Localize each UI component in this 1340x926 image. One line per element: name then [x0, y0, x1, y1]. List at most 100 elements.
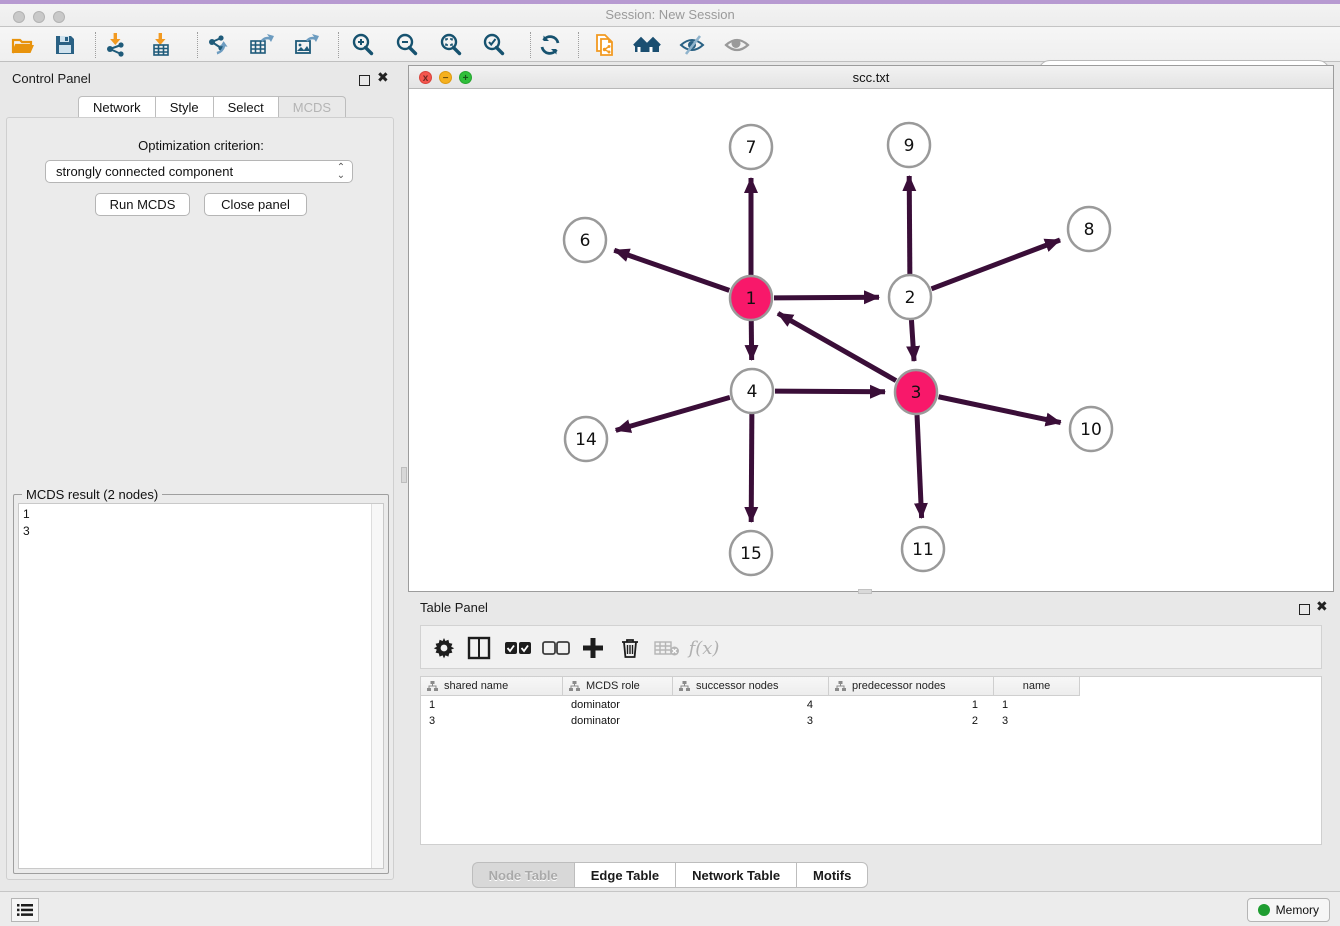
function-builder-icon[interactable]: f(x): [689, 633, 719, 663]
control-tab-mcds[interactable]: MCDS: [278, 96, 346, 118]
network-graph: 1 2 3 4 6 7 8 9 10 11 14 15: [409, 89, 1333, 591]
graph-node-4[interactable]: 4: [731, 369, 773, 413]
export-network-icon[interactable]: [203, 30, 233, 60]
import-table-icon[interactable]: [146, 30, 176, 60]
table-row[interactable]: 1dominator411: [421, 697, 1080, 713]
column-view-icon[interactable]: [464, 633, 494, 663]
control-tab-network[interactable]: Network: [78, 96, 155, 118]
cell-successor-nodes[interactable]: 4: [673, 697, 829, 713]
add-column-plus-icon[interactable]: [578, 633, 608, 663]
graph-node-3[interactable]: 3: [895, 370, 937, 414]
control-panel-body: Optimization criterion: strongly connect…: [6, 117, 394, 880]
export-image-icon[interactable]: [291, 30, 321, 60]
graph-edge-3-1[interactable]: [778, 313, 896, 380]
graph-node-15[interactable]: 15: [730, 531, 772, 575]
graph-node-7[interactable]: 7: [730, 125, 772, 169]
tab-edge-table[interactable]: Edge Table: [574, 862, 675, 888]
cell-name[interactable]: 1: [994, 697, 1080, 713]
column-header-MCDS-role[interactable]: MCDS role: [563, 677, 673, 696]
table-row[interactable]: 3dominator323: [421, 713, 1080, 729]
open-session-icon[interactable]: [8, 30, 38, 60]
cell-predecessor-nodes[interactable]: 2: [829, 713, 994, 729]
svg-text:7: 7: [746, 138, 757, 158]
graph-node-14[interactable]: 14: [565, 417, 607, 461]
graph-edge-2-8[interactable]: [932, 240, 1061, 289]
import-network-icon[interactable]: [101, 30, 131, 60]
zoom-out-icon[interactable]: [392, 30, 422, 60]
window-title: Session: New Session: [0, 7, 1340, 22]
tab-network-table[interactable]: Network Table: [675, 862, 796, 888]
control-tab-select[interactable]: Select: [213, 96, 278, 118]
column-header-successor-nodes[interactable]: successor nodes: [673, 677, 829, 696]
toolbar-separator: [95, 32, 96, 58]
network-window-resize-grip[interactable]: [858, 589, 872, 594]
graph-edge-4-3[interactable]: [775, 391, 885, 392]
criterion-dropdown-value: strongly connected component: [46, 164, 334, 179]
column-header-predecessor-nodes[interactable]: predecessor nodes: [829, 677, 994, 696]
select-all-columns-icon[interactable]: [503, 633, 533, 663]
network-window-titlebar[interactable]: x − + scc.txt: [409, 66, 1333, 89]
graph-edge-3-11[interactable]: [917, 415, 922, 518]
mcds-result-text[interactable]: 1 3: [18, 503, 384, 869]
graph-node-9[interactable]: 9: [888, 123, 930, 167]
close-panel-button[interactable]: Close panel: [204, 193, 307, 216]
graph-node-10[interactable]: 10: [1070, 407, 1112, 451]
graph-edge-2-9[interactable]: [909, 176, 910, 274]
delete-column-trash-icon[interactable]: [615, 633, 645, 663]
zoom-in-icon[interactable]: [348, 30, 378, 60]
toolbar-separator: [338, 32, 339, 58]
control-panel-close-icon[interactable]: ✖: [377, 72, 389, 83]
run-mcds-button[interactable]: Run MCDS: [95, 193, 190, 216]
tab-node-table[interactable]: Node Table: [472, 862, 574, 888]
svg-text:2: 2: [905, 288, 916, 308]
zoom-selected-icon[interactable]: [479, 30, 509, 60]
memory-status-dot: [1258, 904, 1270, 916]
graph-edge-4-15[interactable]: [751, 414, 752, 522]
titlebar-accent-strip: [0, 0, 1340, 4]
graph-node-11[interactable]: 11: [902, 527, 944, 571]
graph-node-1[interactable]: 1: [730, 276, 772, 320]
table-settings-gear-icon[interactable]: [429, 633, 459, 663]
show-all-eye-icon[interactable]: [722, 30, 752, 60]
control-tab-style[interactable]: Style: [155, 96, 213, 118]
cell-name[interactable]: 3: [994, 713, 1080, 729]
hide-selected-eye-icon[interactable]: [677, 30, 707, 60]
graph-edge-1-2[interactable]: [774, 297, 879, 298]
result-scrollbar[interactable]: [371, 504, 383, 868]
panel-splitter[interactable]: [400, 62, 408, 891]
column-header-shared-name[interactable]: shared name: [421, 677, 563, 696]
cell-MCDS-role[interactable]: dominator: [563, 713, 673, 729]
cell-successor-nodes[interactable]: 3: [673, 713, 829, 729]
deselect-all-columns-icon[interactable]: [541, 633, 571, 663]
cell-shared-name[interactable]: 1: [421, 697, 563, 713]
delete-table-icon[interactable]: [652, 633, 682, 663]
control-panel-float-icon[interactable]: [359, 73, 370, 91]
save-session-icon[interactable]: [50, 30, 80, 60]
cell-predecessor-nodes[interactable]: 1: [829, 697, 994, 713]
duplicate-network-icon[interactable]: [590, 30, 620, 60]
network-canvas[interactable]: 1 2 3 4 6 7 8 9 10 11 14 15: [409, 89, 1333, 591]
task-history-button[interactable]: [11, 898, 39, 922]
titlebar: Session: New Session: [0, 0, 1340, 27]
column-header-name[interactable]: name: [994, 677, 1080, 696]
table-panel-close-icon[interactable]: ✖: [1316, 601, 1328, 612]
graph-edge-4-14[interactable]: [616, 397, 730, 430]
svg-text:3: 3: [911, 383, 922, 403]
criterion-dropdown[interactable]: strongly connected component ⌃⌄: [45, 160, 353, 183]
graph-node-8[interactable]: 8: [1068, 207, 1110, 251]
svg-text:15: 15: [740, 544, 762, 564]
graph-node-2[interactable]: 2: [889, 275, 931, 319]
cell-MCDS-role[interactable]: dominator: [563, 697, 673, 713]
tab-motifs[interactable]: Motifs: [796, 862, 868, 888]
first-neighbors-icon[interactable]: [633, 30, 663, 60]
memory-button[interactable]: Memory: [1247, 898, 1330, 922]
export-table-icon[interactable]: [246, 30, 276, 60]
zoom-fit-icon[interactable]: [436, 30, 466, 60]
cell-shared-name[interactable]: 3: [421, 713, 563, 729]
graph-node-6[interactable]: 6: [564, 218, 606, 262]
graph-edge-3-10[interactable]: [939, 397, 1061, 423]
graph-edge-2-3[interactable]: [911, 320, 914, 361]
graph-edge-1-6[interactable]: [614, 250, 729, 290]
refresh-icon[interactable]: [535, 30, 565, 60]
table-panel-float-icon[interactable]: [1299, 602, 1310, 620]
